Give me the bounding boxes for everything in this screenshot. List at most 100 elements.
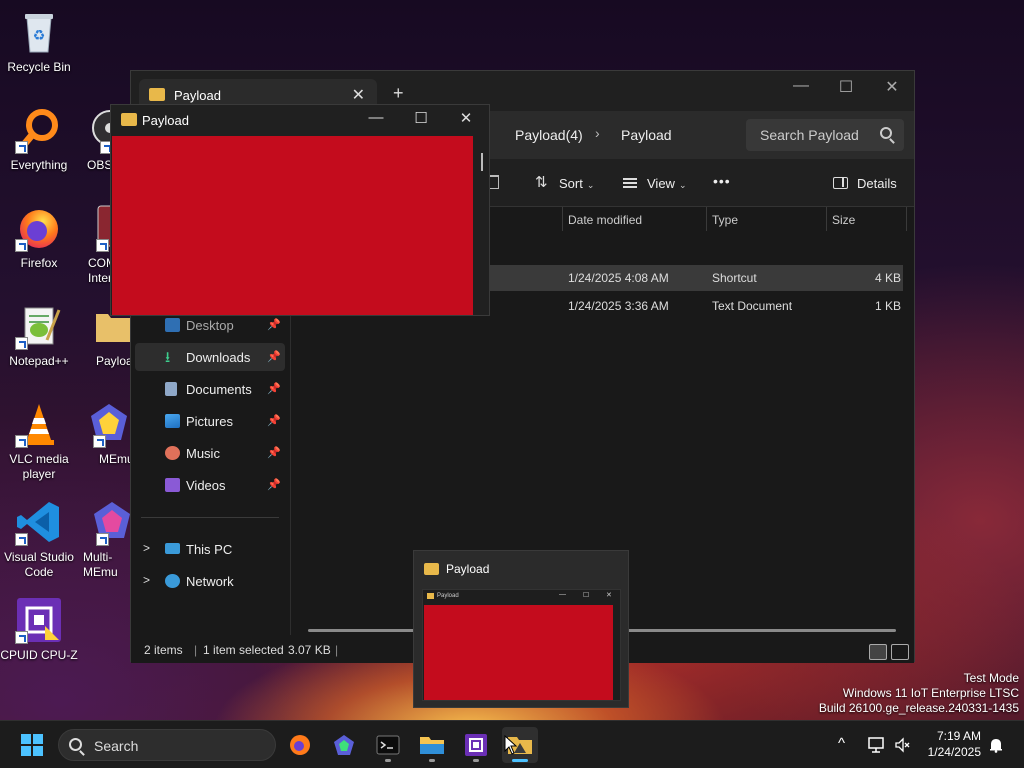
nav-item-network[interactable]: > Network: [135, 567, 285, 595]
desktop-icon-vscode[interactable]: Visual Studio Code: [0, 498, 78, 580]
windows-logo-icon: [21, 734, 31, 744]
taskbar-firefox[interactable]: [282, 727, 318, 763]
taskbar-payload-folder[interactable]: [502, 727, 538, 763]
desktop-icon-firefox[interactable]: Firefox: [0, 204, 78, 271]
payload-window[interactable]: Payload — ☐ ✕: [110, 104, 490, 316]
desktop-icon-label: Everything: [10, 158, 68, 172]
expand-chevron-icon[interactable]: >: [143, 573, 150, 587]
tiles-view-toggle-icon[interactable]: [891, 644, 909, 660]
clock-time[interactable]: 7:19 AM: [937, 729, 981, 743]
notification-bell-icon[interactable]: [988, 737, 1004, 753]
column-header-size[interactable]: Size: [832, 213, 855, 227]
taskbar-thumbnail-preview[interactable]: Payload Payload — ☐ ✕: [413, 550, 629, 708]
search-input[interactable]: Search Payload: [746, 119, 904, 151]
nav-item-downloads[interactable]: ⭳ Downloads 📌: [135, 343, 285, 371]
desktop-icon-everything[interactable]: Everything: [0, 106, 78, 173]
volume-muted-icon[interactable]: [894, 737, 910, 753]
sort-button[interactable]: Sort ⌄: [559, 176, 594, 191]
search-icon: [69, 738, 82, 751]
details-button[interactable]: Details: [857, 176, 897, 191]
windows-logo-icon: [33, 734, 43, 744]
breadcrumb-payload[interactable]: Payload: [621, 127, 672, 143]
build-watermark: Build 26100.ge_release.240331-1435: [818, 701, 1019, 715]
pictures-icon: [165, 414, 180, 428]
nav-item-pictures[interactable]: Pictures 📌: [135, 407, 285, 435]
document-icon: [165, 382, 177, 396]
desktop-icon-vlc[interactable]: VLC media player: [0, 400, 78, 482]
desktop-icon-recycle-bin[interactable]: ♻ Recycle Bin: [0, 8, 78, 75]
column-divider[interactable]: [906, 207, 907, 231]
nav-item-documents[interactable]: Documents 📌: [135, 375, 285, 403]
status-separator: |: [335, 643, 339, 657]
nav-label: Videos: [186, 478, 226, 493]
shortcut-arrow-icon: [15, 435, 28, 448]
music-icon: [165, 446, 180, 460]
shortcut-arrow-icon: [93, 435, 106, 448]
minimize-button[interactable]: —: [356, 109, 396, 126]
new-tab-button[interactable]: +: [393, 83, 404, 104]
nav-item-this-pc[interactable]: > This PC: [135, 535, 285, 563]
maximize-button[interactable]: ☐: [401, 109, 441, 127]
pin-icon: 📌: [267, 383, 281, 395]
mouse-cursor-icon: [504, 735, 518, 755]
details-pane-icon: [833, 177, 848, 189]
vertical-scrollbar[interactable]: [481, 153, 483, 171]
nav-label: Music: [186, 446, 220, 461]
details-view-toggle-icon[interactable]: [869, 644, 887, 660]
minimize-button[interactable]: —: [778, 77, 824, 95]
taskbar-terminal[interactable]: [370, 727, 406, 763]
column-header-type[interactable]: Type: [712, 213, 738, 227]
taskbar-search[interactable]: Search: [58, 729, 276, 761]
desktop-icon-label: Notepad++: [9, 354, 69, 368]
videos-icon: [165, 478, 180, 492]
nav-item-videos[interactable]: Videos 📌: [135, 471, 285, 499]
breadcrumb-separator-icon: ›: [595, 125, 600, 141]
taskbar-file-explorer[interactable]: [414, 727, 450, 763]
breadcrumb-payload-4[interactable]: Payload(4): [515, 127, 583, 143]
column-divider[interactable]: [826, 207, 827, 231]
column-divider[interactable]: [562, 207, 563, 231]
windows-edition-watermark: Windows 11 IoT Enterprise LTSC: [842, 686, 1019, 700]
thumbnail-window-preview[interactable]: Payload — ☐ ✕: [422, 589, 621, 701]
network-status-icon[interactable]: [868, 737, 886, 753]
cpuz-icon: [15, 596, 63, 644]
vscode-icon: [15, 498, 63, 546]
desktop-icon-label: MEmu: [99, 452, 134, 466]
memu-icon: [87, 400, 131, 448]
taskbar-cpuz[interactable]: [458, 727, 494, 763]
close-button[interactable]: ✕: [446, 109, 486, 127]
pin-icon: 📌: [267, 415, 281, 427]
clock-date[interactable]: 1/24/2025: [928, 745, 981, 759]
taskbar-memu[interactable]: [326, 727, 362, 763]
taskbar-search-label: Search: [94, 738, 139, 754]
close-button[interactable]: ✕: [869, 77, 915, 97]
view-label: View: [647, 176, 675, 191]
search-icon: [880, 127, 892, 139]
desktop-icon-notepadpp[interactable]: Notepad++: [0, 302, 78, 369]
tab-close-button[interactable]: ✕: [352, 85, 365, 105]
expand-chevron-icon[interactable]: >: [143, 541, 150, 555]
chevron-down-icon: ⌄: [678, 180, 687, 190]
start-button[interactable]: [21, 734, 43, 756]
pin-icon: 📌: [267, 319, 281, 331]
firefox-icon: [15, 204, 63, 252]
column-divider[interactable]: [706, 207, 707, 231]
desktop-icon-multi-memu[interactable]: Multi-MEmu: [80, 498, 132, 580]
nav-item-music[interactable]: Music 📌: [135, 439, 285, 467]
see-more-button[interactable]: •••: [713, 173, 731, 189]
payload-red-content: [112, 136, 473, 315]
shortcut-arrow-icon: [96, 239, 109, 252]
desktop-icon-cpuz[interactable]: CPUID CPU-Z: [0, 596, 78, 663]
column-header-date-modified[interactable]: Date modified: [568, 213, 642, 227]
desktop-icon-memu[interactable]: MEmu: [86, 400, 134, 467]
cpuz-icon: [465, 734, 487, 756]
file-explorer-icon: [420, 737, 444, 754]
show-hidden-icons-chevron[interactable]: ^: [838, 735, 845, 752]
windows-logo-icon: [33, 746, 43, 756]
thumbnail-close-icon: ✕: [606, 592, 612, 599]
shortcut-arrow-icon: [96, 533, 109, 546]
folder-icon: [427, 593, 434, 599]
tab-label: Payload: [174, 88, 221, 103]
view-button[interactable]: View ⌄: [647, 176, 687, 191]
maximize-button[interactable]: ☐: [823, 77, 869, 97]
